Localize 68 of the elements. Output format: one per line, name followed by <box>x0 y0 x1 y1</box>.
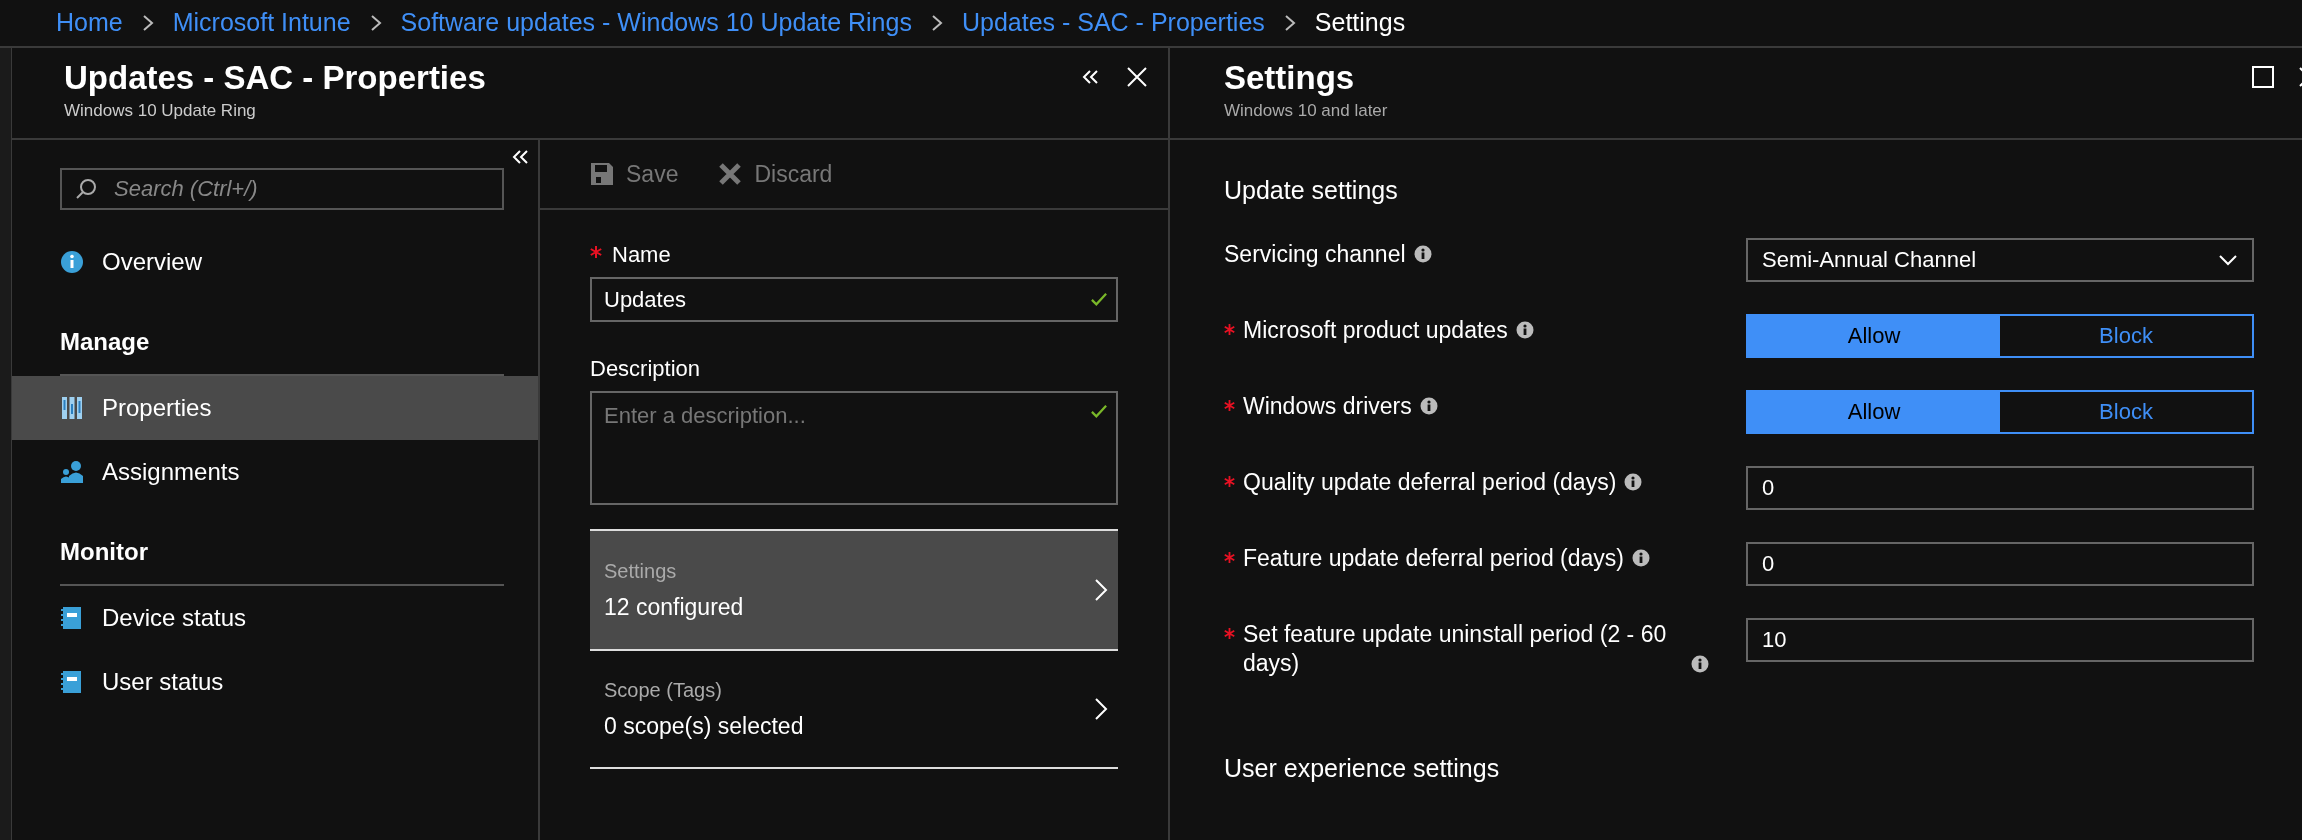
toggle-option[interactable]: Block <box>2000 391 2252 432</box>
info-icon[interactable] <box>1624 473 1643 492</box>
asterisk-icon <box>1224 399 1235 411</box>
nav-item[interactable]: Overview <box>12 230 538 294</box>
blade-subtitle: Windows 10 Update Ring <box>64 99 257 122</box>
text-field[interactable]: 0 <box>1746 541 2254 586</box>
chevron-right-icon <box>1094 697 1108 721</box>
settings-link[interactable]: Settings 12 configured <box>590 529 1118 649</box>
toggle-option[interactable]: Block <box>2000 315 2252 356</box>
asterisk-icon <box>590 246 602 258</box>
link-label: Scope (Tags) <box>604 677 723 703</box>
notebook-icon <box>60 606 84 630</box>
info-icon[interactable] <box>1632 549 1650 568</box>
notebook-icon <box>60 670 84 694</box>
search-field[interactable]: Search (Ctrl+/) <box>60 168 504 210</box>
breadcrumb-link[interactable]: Settings <box>1314 4 1406 42</box>
blade-title: Updates - SAC - Properties <box>64 58 487 98</box>
close-icon[interactable] <box>1126 66 1148 88</box>
info-icon[interactable] <box>1515 321 1534 340</box>
text-field[interactable]: 0 <box>1746 465 2254 510</box>
dropdown-value: Semi-Annual Channel <box>1762 246 1977 274</box>
maximize-icon[interactable] <box>2252 66 2274 88</box>
nav-item[interactable]: Device status <box>12 586 538 650</box>
asterisk-icon <box>1224 627 1235 639</box>
toggle-option[interactable]: Allow <box>1748 315 2000 356</box>
nav-section-heading: Monitor <box>60 534 504 586</box>
field-label: Name <box>612 242 671 267</box>
field-label: Description <box>590 356 701 381</box>
section-heading: User experience settings <box>1224 752 1501 784</box>
breadcrumb-link[interactable]: Microsoft Intune <box>172 4 351 42</box>
asterisk-icon <box>1224 323 1235 335</box>
setting-label: Servicing channel <box>1224 239 1406 269</box>
nav-item[interactable]: User status <box>12 650 538 714</box>
breadcrumb-link[interactable]: Updates - SAC - Properties <box>961 4 1265 42</box>
setting-label: Quality update deferral period (days) <box>1243 467 1617 497</box>
people-icon <box>60 460 84 484</box>
asterisk-icon <box>1224 551 1235 563</box>
info-icon[interactable] <box>1691 655 1709 674</box>
toggle-option[interactable]: Allow <box>1748 391 2000 432</box>
nav-item[interactable]: Assignments <box>12 440 538 504</box>
info-icon[interactable] <box>1413 245 1432 264</box>
section-heading: Update settings <box>1224 175 1399 206</box>
info-icon <box>60 250 84 274</box>
link-value: 12 configured <box>604 592 744 622</box>
nav-item[interactable]: Properties <box>12 376 538 440</box>
info-icon[interactable] <box>1419 397 1438 416</box>
text-field[interactable]: 10 <box>1746 617 2254 662</box>
chevron-right-icon <box>1094 578 1108 602</box>
link-label: Settings <box>604 558 678 584</box>
blade-title: Settings <box>1224 58 1356 98</box>
dropdown[interactable]: Semi-Annual Channel <box>1746 237 2254 282</box>
save-icon <box>590 162 614 186</box>
columns-icon <box>60 396 84 420</box>
setting-label: Feature update deferral period (days) <box>1243 543 1624 573</box>
blade-subtitle: Windows 10 and later <box>1224 99 1389 122</box>
setting-label: Microsoft product updates <box>1243 315 1508 345</box>
name-field[interactable]: Updates <box>590 277 1118 322</box>
discard-icon <box>718 162 743 186</box>
breadcrumb-link[interactable]: Software updates - Windows 10 Update Rings <box>400 4 912 42</box>
setting-label: Windows drivers <box>1243 391 1412 421</box>
breadcrumb-link[interactable]: Home <box>56 4 123 42</box>
setting-label: Set feature update uninstall period (2 - 60 days) <box>1243 619 1668 679</box>
settings-link[interactable]: Scope (Tags) 0 scope(s) selected <box>590 649 1118 769</box>
description-field[interactable]: Enter a description... <box>590 391 1118 505</box>
asterisk-icon <box>1224 475 1235 487</box>
link-value: 0 scope(s) selected <box>604 711 804 741</box>
search-icon <box>74 177 98 201</box>
chevron-down-icon <box>2218 253 2238 266</box>
